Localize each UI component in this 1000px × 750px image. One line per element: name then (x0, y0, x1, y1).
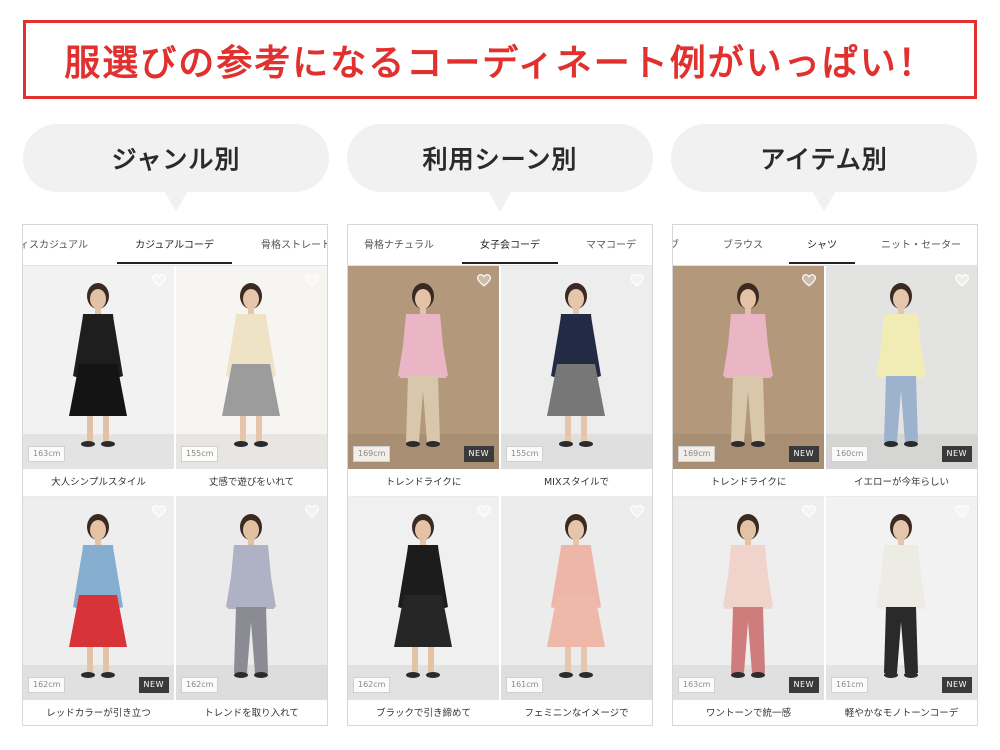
coordinate-photo[interactable]: 162cm (176, 497, 327, 700)
coordinate-caption[interactable]: ブラックで引き締めて (348, 700, 499, 725)
new-badge: NEW (788, 677, 819, 693)
tab-casual-coordinate[interactable]: カジュアルコーデ (117, 225, 232, 266)
model-figure (348, 514, 499, 700)
favorite-heart-icon[interactable] (305, 274, 319, 287)
model-figure (176, 283, 327, 469)
favorite-heart-icon[interactable] (152, 505, 166, 518)
model-height-badge: 162cm (181, 677, 219, 693)
section-heading-text: ジャンル別 (111, 145, 241, 174)
coordinate-photo[interactable]: 162cm (348, 497, 499, 700)
tab-shirt[interactable]: シャツ (789, 225, 855, 266)
coordinate-panel-scene: 骨格ナチュラル 女子会コーデ ママコーデ 169cm NEW 155cm トレンドライ… (347, 224, 653, 726)
coordinate-photo[interactable]: 160cm NEW (826, 266, 977, 469)
new-badge: NEW (788, 446, 819, 462)
tab-girls-party[interactable]: 女子会コーデ (462, 225, 558, 266)
section-heading-scene: 利用シーン別 (347, 124, 653, 212)
model-height-badge: 163cm (28, 446, 66, 462)
section-heading-text: アイテム別 (760, 145, 888, 174)
coordinate-caption[interactable]: フェミニンなイメージで (501, 700, 652, 725)
coordinate-grid: 169cm NEW 160cm NEW トレンドライクに イエローが今年らしい 163cm N… (673, 266, 977, 725)
model-height-badge: 169cm (353, 446, 391, 462)
coordinate-photo[interactable]: 155cm (501, 266, 652, 469)
favorite-heart-icon[interactable] (477, 505, 491, 518)
headline-text: 服選びの参考になるコーディネート例がいっぱい！ (64, 42, 936, 84)
new-badge: NEW (941, 446, 972, 462)
favorite-heart-icon[interactable] (305, 505, 319, 518)
tab-skeleton-natural[interactable]: 骨格ナチュラル (362, 225, 436, 266)
category-tabs: ィスカジュアル カジュアルコーデ 骨格ストレート (23, 225, 327, 266)
favorite-heart-icon[interactable] (802, 505, 816, 518)
tab-mama-coordinate[interactable]: ママコーデ (584, 225, 638, 266)
model-height-badge: 161cm (831, 677, 869, 693)
model-figure (348, 283, 499, 469)
coordinate-panel-item: ブ ブラウス シャツ ニット・セーター 169cm NEW 160cm NEW トレンド… (672, 224, 978, 726)
coordinate-grid: 169cm NEW 155cm トレンドライクに MIXスタイルで 162cm 161cm ブ… (348, 266, 652, 725)
coordinate-photo[interactable]: 155cm (176, 266, 327, 469)
coordinate-photo[interactable]: 163cm NEW (673, 497, 824, 700)
model-height-badge: 155cm (506, 446, 544, 462)
model-figure (176, 514, 327, 700)
model-figure (826, 283, 977, 469)
favorite-heart-icon[interactable] (152, 274, 166, 287)
coordinate-caption[interactable]: トレンドライクに (673, 469, 824, 497)
model-height-badge: 155cm (181, 446, 219, 462)
model-figure (501, 283, 652, 469)
coordinate-caption[interactable]: トレンドを取り入れて (176, 700, 327, 725)
coordinate-caption[interactable]: イエローが今年らしい (826, 469, 977, 497)
tab-office-casual[interactable]: ィスカジュアル (23, 225, 90, 266)
model-figure (673, 514, 824, 700)
tab-partial[interactable]: ブ (673, 225, 681, 266)
model-height-badge: 163cm (678, 677, 716, 693)
category-tabs: ブ ブラウス シャツ ニット・セーター (673, 225, 977, 266)
new-badge: NEW (138, 677, 169, 693)
model-figure (23, 514, 174, 700)
coordinate-caption[interactable]: 大人シンプルスタイル (23, 469, 174, 497)
coordinate-grid: 163cm 155cm 大人シンプルスタイル 丈感で遊びをいれて 162cm NEW 162… (23, 266, 327, 725)
model-height-badge: 160cm (831, 446, 869, 462)
tab-knit-sweater[interactable]: ニット・セーター (879, 225, 963, 266)
section-heading-text: 利用シーン別 (422, 145, 578, 174)
new-badge: NEW (463, 446, 494, 462)
coordinate-caption[interactable]: MIXスタイルで (501, 469, 652, 497)
tab-blouse[interactable]: ブラウス (721, 225, 765, 266)
model-figure (501, 514, 652, 700)
coordinate-photo[interactable]: 161cm (501, 497, 652, 700)
model-figure (826, 514, 977, 700)
favorite-heart-icon[interactable] (802, 274, 816, 287)
coordinate-caption[interactable]: レッドカラーが引き立つ (23, 700, 174, 725)
coordinate-caption[interactable]: 丈感で遊びをいれて (176, 469, 327, 497)
favorite-heart-icon[interactable] (630, 505, 644, 518)
coordinate-caption[interactable]: トレンドライクに (348, 469, 499, 497)
model-figure (673, 283, 824, 469)
model-height-badge: 169cm (678, 446, 716, 462)
favorite-heart-icon[interactable] (477, 274, 491, 287)
model-height-badge: 161cm (506, 677, 544, 693)
favorite-heart-icon[interactable] (630, 274, 644, 287)
section-heading-genre: ジャンル別 (23, 124, 329, 212)
section-heading-item: アイテム別 (671, 124, 977, 212)
coordinate-panel-genre: ィスカジュアル カジュアルコーデ 骨格ストレート 163cm 155cm 大人シンプ… (22, 224, 328, 726)
favorite-heart-icon[interactable] (955, 274, 969, 287)
coordinate-caption[interactable]: 軽やかなモノトーンコーデ (826, 700, 977, 725)
coordinate-photo[interactable]: 161cm NEW (826, 497, 977, 700)
headline-banner: 服選びの参考になるコーディネート例がいっぱい！ (23, 20, 977, 99)
favorite-heart-icon[interactable] (955, 505, 969, 518)
category-tabs: 骨格ナチュラル 女子会コーデ ママコーデ (348, 225, 652, 266)
coordinate-photo[interactable]: 162cm NEW (23, 497, 174, 700)
tab-skeleton-straight[interactable]: 骨格ストレート (259, 225, 327, 266)
new-badge: NEW (941, 677, 972, 693)
coordinate-photo[interactable]: 169cm NEW (348, 266, 499, 469)
model-height-badge: 162cm (28, 677, 66, 693)
coordinate-caption[interactable]: ワントーンで統一感 (673, 700, 824, 725)
model-figure (23, 283, 174, 469)
coordinate-photo[interactable]: 169cm NEW (673, 266, 824, 469)
model-height-badge: 162cm (353, 677, 391, 693)
coordinate-photo[interactable]: 163cm (23, 266, 174, 469)
